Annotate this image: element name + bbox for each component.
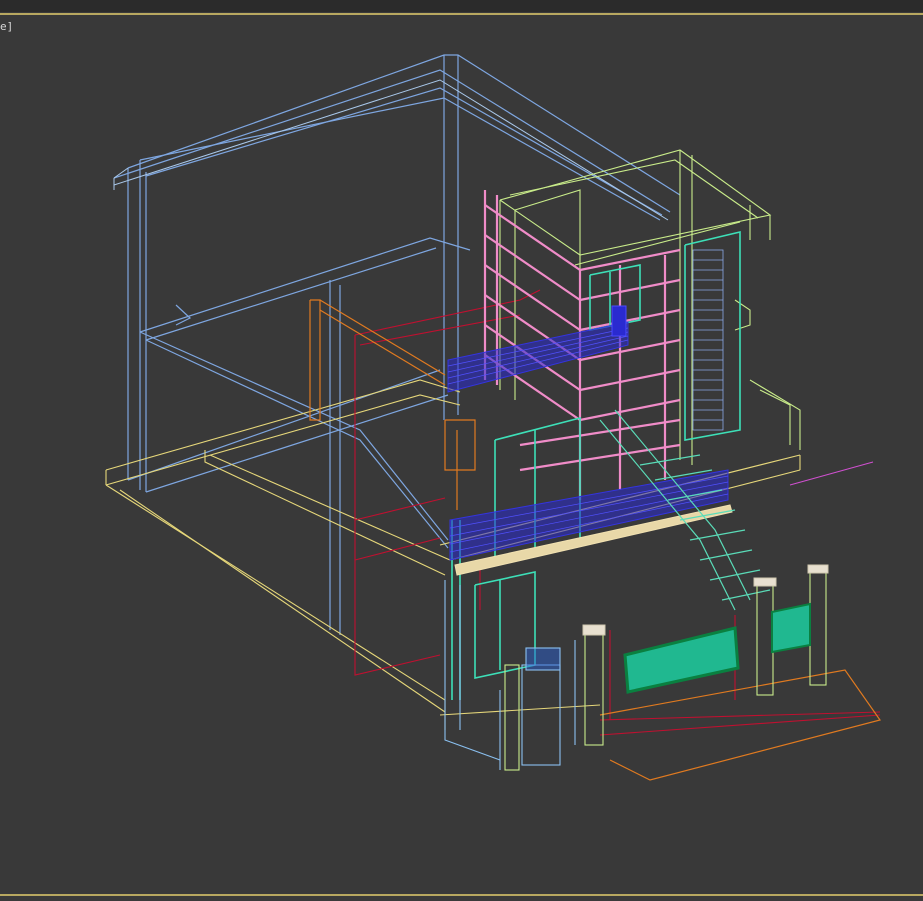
green-sign	[623, 626, 740, 694]
small-blue-box	[611, 305, 627, 337]
tower-green-wireframe	[499, 149, 801, 500]
wireframe-scene	[105, 54, 881, 781]
louver-panel	[692, 249, 724, 431]
green-sign-small	[771, 602, 811, 654]
magenta-line	[789, 461, 874, 486]
lower-frame-wireframe	[444, 580, 576, 770]
